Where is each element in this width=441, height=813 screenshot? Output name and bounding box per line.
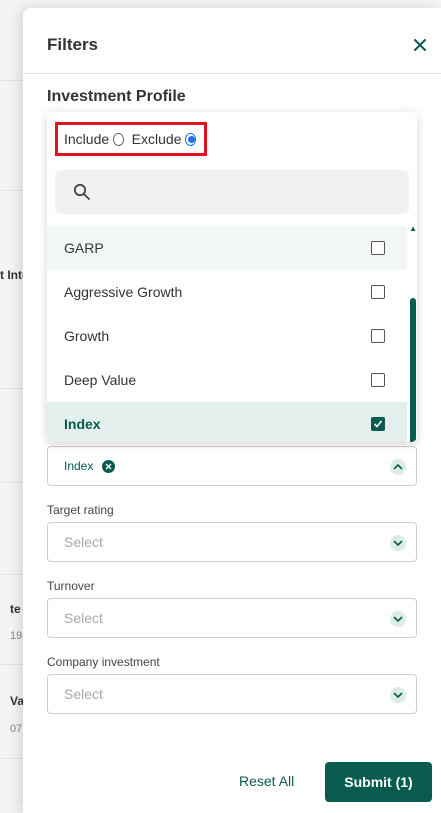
option-checkbox[interactable] bbox=[371, 373, 385, 387]
option-deep-value[interactable]: Deep Value bbox=[47, 358, 407, 402]
option-growth[interactable]: Growth bbox=[47, 314, 407, 358]
turnover-select[interactable]: Select bbox=[47, 598, 417, 638]
investment-profile-dropdown: Include Exclude GARP Aggressive Growth G… bbox=[47, 112, 417, 442]
option-checkbox[interactable] bbox=[371, 241, 385, 255]
submit-button[interactable]: Submit (1) bbox=[325, 762, 432, 802]
option-aggressive-growth[interactable]: Aggressive Growth bbox=[47, 270, 407, 314]
close-button[interactable] bbox=[411, 36, 429, 54]
panel-header: Filters bbox=[23, 8, 441, 74]
company-investment-placeholder: Select bbox=[64, 686, 103, 702]
scrollbar-thumb[interactable] bbox=[410, 298, 416, 442]
checkmark-icon bbox=[373, 420, 383, 428]
option-label: Aggressive Growth bbox=[64, 284, 183, 300]
background-row-title: Va bbox=[10, 694, 25, 708]
filters-panel: Filters Investment Profile Index Target … bbox=[23, 8, 441, 813]
company-investment-label: Company investment bbox=[47, 655, 160, 669]
background-row-title: te bbox=[10, 602, 21, 616]
scroll-up-arrow-icon[interactable]: ▲ bbox=[409, 224, 417, 233]
turnover-label: Turnover bbox=[47, 579, 95, 593]
chip-remove-icon[interactable] bbox=[102, 459, 116, 473]
include-radio[interactable] bbox=[113, 132, 124, 146]
option-checkbox[interactable] bbox=[371, 285, 385, 299]
panel-title: Filters bbox=[47, 35, 99, 54]
exclude-radio[interactable] bbox=[185, 132, 196, 146]
options-list: GARP Aggressive Growth Growth Deep Value… bbox=[47, 226, 407, 442]
reset-all-button[interactable]: Reset All bbox=[239, 773, 294, 789]
company-investment-select[interactable]: Select bbox=[47, 674, 417, 714]
option-label: Growth bbox=[64, 328, 110, 344]
option-label: Deep Value bbox=[64, 372, 137, 388]
exclude-label: Exclude bbox=[131, 131, 182, 147]
target-rating-placeholder: Select bbox=[64, 534, 103, 550]
include-label: Include bbox=[64, 131, 110, 147]
chevron-down-icon bbox=[390, 687, 406, 703]
option-checkbox[interactable] bbox=[371, 329, 385, 343]
target-rating-label: Target rating bbox=[47, 503, 114, 517]
background-row-sub: 07 bbox=[10, 723, 23, 735]
section-title: Investment Profile bbox=[47, 88, 186, 105]
target-rating-select[interactable]: Select bbox=[47, 522, 417, 562]
chevron-up-icon bbox=[390, 459, 406, 475]
chip-label: Index bbox=[64, 459, 94, 473]
investment-profile-select[interactable]: Index bbox=[47, 446, 417, 486]
option-checkbox[interactable] bbox=[371, 417, 385, 431]
option-label: Index bbox=[64, 416, 101, 432]
close-icon bbox=[414, 39, 426, 51]
scroll-down-arrow-icon[interactable]: ▼ bbox=[409, 432, 417, 441]
background-row-sub: 19 bbox=[10, 630, 23, 642]
include-exclude-toggle: Include Exclude bbox=[55, 122, 207, 156]
chevron-down-icon bbox=[390, 535, 406, 551]
option-label: GARP bbox=[64, 240, 104, 256]
selected-chip: Index bbox=[64, 459, 116, 473]
chevron-down-icon bbox=[390, 611, 406, 627]
search-icon bbox=[73, 183, 90, 200]
search-input[interactable] bbox=[55, 170, 409, 214]
turnover-placeholder: Select bbox=[64, 610, 103, 626]
option-index[interactable]: Index bbox=[47, 402, 407, 442]
option-garp[interactable]: GARP bbox=[47, 226, 407, 270]
